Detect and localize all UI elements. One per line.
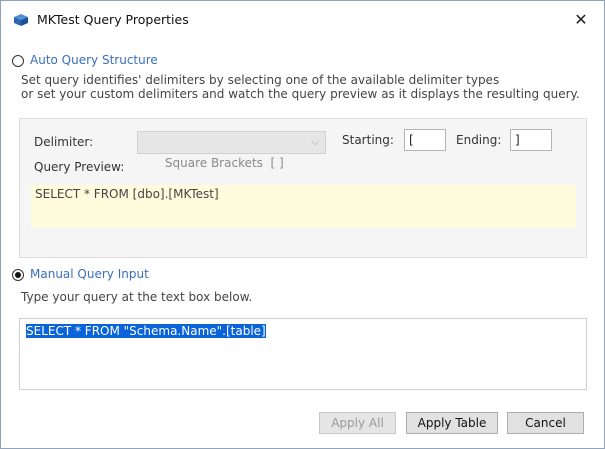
delimiter-label: Delimiter: [34,135,94,149]
query-preview-label: Query Preview: [34,160,125,174]
manual-query-desc: Type your query at the text box below. [21,290,253,304]
title-bar: MKTest Query Properties ✕ [1,1,604,39]
auto-query-desc-1: Set query identifies' delimiters by sele… [21,73,500,87]
dialog-window: MKTest Query Properties ✕ Auto Query Str… [0,0,605,449]
chevron-down-icon: ⌵ [311,137,319,148]
close-icon[interactable]: ✕ [561,5,601,35]
cancel-button[interactable]: Cancel [507,412,584,434]
window-title: MKTest Query Properties [37,12,189,27]
starting-label: Starting: [342,133,394,147]
auto-query-desc-2: or set your custom delimiters and watch … [21,87,580,101]
ending-delimiter-input[interactable]: ] [510,129,552,151]
delimiter-select[interactable]: Square Brackets [ ] ⌵ [137,131,326,170]
query-text: SELECT * FROM "Schema.Name".[table] [26,324,266,338]
starting-delimiter-input[interactable]: [ [404,129,446,151]
cube-icon [13,13,29,27]
delimiter-value: Square Brackets [ ] [164,156,284,170]
ending-label: Ending: [456,133,502,147]
auto-query-label[interactable]: Auto Query Structure [30,53,158,67]
auto-query-radio[interactable] [12,55,24,67]
manual-query-label[interactable]: Manual Query Input [30,267,149,281]
query-preview: SELECT * FROM [dbo].[MKTest] [31,185,576,228]
apply-all-button[interactable]: Apply All [319,412,396,434]
auto-query-group: Delimiter: Square Brackets [ ] ⌵ Startin… [19,118,587,258]
apply-table-button[interactable]: Apply Table [406,412,498,434]
manual-query-radio[interactable] [12,269,24,281]
query-textbox[interactable]: SELECT * FROM "Schema.Name".[table] [19,318,587,390]
